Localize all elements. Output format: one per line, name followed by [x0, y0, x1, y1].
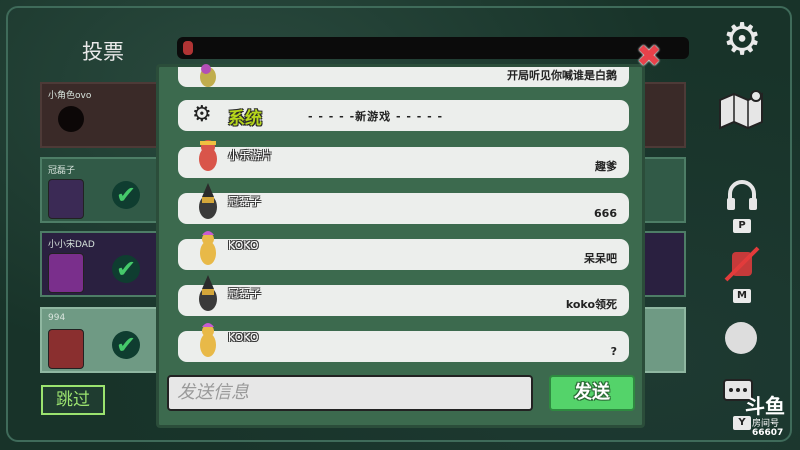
player-avatar — [194, 61, 222, 99]
voice-key-badge: P — [733, 219, 751, 233]
chat-message: 冠磊子 koko领死 — [178, 275, 629, 316]
message-text: 呆呆吧 — [584, 252, 617, 265]
sender-name: 小乐游片 — [228, 149, 272, 162]
sender-name: KOKO — [228, 239, 259, 252]
chat-message: 冠磊子 666 — [178, 183, 629, 224]
close-icon[interactable]: ✖ — [635, 42, 663, 72]
sender-name: KOKO — [228, 331, 259, 344]
chat-message: 开局听见你喊谁是白鹅 — [178, 64, 629, 87]
vote-title: 投票 — [82, 40, 124, 64]
voted-check-icon: ✔ — [112, 255, 140, 283]
vote-timer-fill — [183, 41, 193, 55]
message-text: 开局听见你喊谁是白鹅 — [507, 69, 617, 82]
room-number: 66607 — [752, 428, 784, 438]
task-icon[interactable] — [725, 322, 757, 354]
player-avatar — [194, 229, 222, 267]
chat-message: KOKO 呆呆吧 — [178, 231, 629, 270]
gear-icon: ⚙ — [192, 102, 212, 127]
vote-timer-bar — [177, 37, 689, 59]
sender-name: 冠磊子 — [228, 195, 261, 208]
sender-name: 冠磊子 — [228, 287, 261, 300]
skip-vote-button[interactable]: 跳过 — [41, 385, 105, 415]
gear-icon[interactable]: ⚙ — [719, 17, 765, 63]
muted-mic-icon[interactable] — [722, 244, 762, 284]
mute-key-badge: M — [733, 289, 751, 303]
message-text: ? — [610, 345, 617, 358]
player-name: 小小宋DAD — [48, 240, 95, 250]
map-icon[interactable] — [716, 88, 768, 130]
player-avatar — [194, 275, 222, 313]
player-name: 冠磊子 — [48, 166, 76, 176]
chat-key-badge: Y — [733, 416, 751, 430]
voted-check-icon: ✔ — [112, 331, 140, 359]
chat-dialog: 开局听见你喊谁是白鹅 ⚙ 系统 - - - - -新游戏 - - - - - 小… — [156, 64, 645, 428]
chat-input[interactable]: 发送信息 — [167, 375, 533, 411]
player-avatar — [194, 183, 222, 221]
message-text: 趣爹 — [595, 160, 617, 173]
streamer-logo: 斗鱼 — [745, 394, 785, 418]
player-avatar — [194, 321, 222, 359]
system-message: ⚙ 系统 - - - - -新游戏 - - - - - — [178, 100, 629, 131]
player-avatar — [48, 253, 84, 293]
voted-check-icon: ✔ — [112, 181, 140, 209]
player-name: 994 — [48, 313, 66, 323]
system-label: 系统 — [228, 109, 262, 129]
player-avatar — [48, 179, 84, 219]
headset-icon[interactable] — [722, 176, 762, 216]
chat-message: 小乐游片 趣爹 — [178, 140, 629, 178]
system-text: - - - - -新游戏 - - - - - — [308, 110, 444, 123]
player-name: 小角色ovo — [48, 91, 92, 101]
chat-message: KOKO ? — [178, 323, 629, 362]
message-text: 666 — [594, 207, 617, 220]
player-avatar — [194, 137, 222, 175]
message-text: koko领死 — [565, 298, 617, 311]
send-button[interactable]: 发送 — [549, 375, 635, 411]
player-avatar — [48, 329, 84, 369]
dead-marker-icon — [58, 106, 84, 132]
